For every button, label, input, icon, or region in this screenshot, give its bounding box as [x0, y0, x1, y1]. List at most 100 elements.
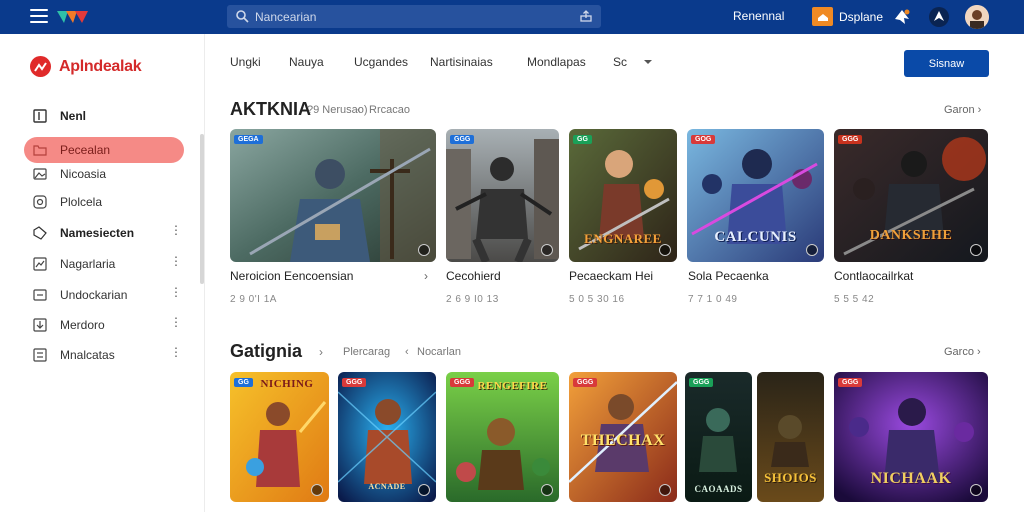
game-card-9[interactable]: GGG THECHAX — [569, 372, 677, 502]
game-title[interactable]: Cecohierd — [446, 269, 501, 283]
info-icon[interactable] — [806, 244, 818, 256]
game-card-3[interactable]: GG ENGNAREE — [569, 129, 677, 262]
display-button[interactable]: Dsplane — [812, 6, 883, 27]
tab-more[interactable]: Sc — [613, 55, 627, 69]
sidebar-item-active[interactable]: Pecealan — [24, 137, 184, 163]
more-icon[interactable]: ⋮ — [170, 285, 182, 299]
game-card-12[interactable]: GGG NICHAAK — [834, 372, 988, 502]
sidebar-item-label: Nicoasia — [60, 167, 107, 181]
sidebar-item-4[interactable]: Plolcela — [24, 189, 184, 215]
game-meta: 5 5 5 42 — [834, 294, 875, 305]
messages-icon[interactable] — [927, 5, 951, 29]
info-icon[interactable] — [541, 484, 553, 496]
sidebar-item-9[interactable]: Mnalcatas ⋮ — [24, 342, 184, 368]
cta-button[interactable]: Sisnaw — [904, 50, 989, 77]
sidebar-item-7[interactable]: Undockarian ⋮ — [24, 282, 184, 308]
upload-icon[interactable] — [579, 9, 593, 23]
game-card-8[interactable]: GGG RENGEFIRE — [446, 372, 559, 502]
tab-2[interactable]: Nauya — [289, 55, 324, 69]
search-bar[interactable] — [227, 5, 601, 28]
sidebar-item-label: Nenl — [60, 109, 87, 123]
game-badge: GGG — [838, 135, 863, 144]
menu-icon[interactable] — [30, 9, 48, 23]
section2-see-all[interactable]: Garco › — [944, 346, 981, 358]
more-icon[interactable]: ⋮ — [170, 254, 182, 268]
info-icon[interactable] — [418, 484, 430, 496]
sidebar-item-5[interactable]: Namesiecten ⋮ — [24, 220, 184, 246]
sidebar-item-6[interactable]: Nagarlaria ⋮ — [24, 251, 184, 277]
section1-meta2[interactable]: Rrcacao — [369, 104, 410, 116]
sidebar: Aplndealak Nenl Pecealan Nicoasia Plolce… — [0, 34, 205, 512]
sidebar-item-label: Nagarlaria — [60, 257, 116, 271]
game-card-7[interactable]: GGG ACNADE — [338, 372, 436, 502]
sidebar-item-label: Mnalcatas — [60, 348, 115, 362]
see-all-label: Garco — [944, 346, 974, 358]
game-card-10[interactable]: GGG CAOAADS — [685, 372, 752, 502]
info-icon[interactable] — [970, 244, 982, 256]
app-logo-icon[interactable] — [55, 8, 93, 26]
sidebar-item-label: Plolcela — [60, 195, 103, 209]
game-meta: 5 0 5 30 16 — [569, 294, 625, 305]
chart-icon — [33, 257, 47, 271]
info-icon[interactable] — [659, 244, 671, 256]
download-icon — [33, 318, 47, 332]
section2-meta2[interactable]: Nocarlan — [417, 346, 461, 358]
game-badge: GGG — [838, 378, 863, 387]
game-cover-title: CALCUNIS — [714, 229, 797, 245]
brand[interactable]: Aplndealak — [30, 56, 142, 77]
sidebar-scrollbar[interactable] — [200, 134, 204, 284]
game-card-2[interactable]: GGG — [446, 129, 559, 262]
sidebar-item-label: Pecealan — [60, 143, 111, 157]
tab-1[interactable]: Ungki — [230, 55, 261, 69]
search-input[interactable] — [255, 7, 555, 26]
game-badge: GGG — [573, 378, 598, 387]
more-icon[interactable]: ⋮ — [170, 315, 182, 329]
notification-icon[interactable] — [890, 5, 914, 29]
chevron-right-icon[interactable]: › — [424, 269, 428, 283]
avatar[interactable] — [965, 5, 989, 29]
game-card-11[interactable]: SHOIOS — [757, 372, 824, 502]
game-cover-title: RENGEFIRE — [477, 380, 548, 392]
game-card-5[interactable]: GGG DANKSEHE — [834, 129, 988, 262]
list-icon — [33, 348, 47, 362]
tab-4[interactable]: Nartisinaias — [430, 55, 493, 69]
brand-logo-icon — [30, 56, 51, 77]
game-badge: GEGA — [234, 135, 263, 144]
chevron-down-icon[interactable] — [643, 59, 653, 65]
info-icon[interactable] — [311, 484, 323, 496]
section1-see-all[interactable]: Garon › — [944, 104, 981, 116]
section1-title: AKTKNIA — [230, 99, 311, 119]
section2-title: Gatignia — [230, 341, 303, 361]
chevron-left-icon: ‹ — [357, 104, 361, 116]
game-cover-title: THECHAX — [580, 432, 666, 449]
sidebar-item-8[interactable]: Merdoro ⋮ — [24, 312, 184, 338]
tab-3[interactable]: Ucgandes — [354, 55, 408, 69]
more-icon[interactable]: ⋮ — [170, 345, 182, 359]
game-cover-image — [230, 372, 329, 502]
game-cover-title: SHOIOS — [764, 470, 817, 485]
game-title[interactable]: Pecaeckam Hei — [569, 269, 653, 283]
section2-meta1[interactable]: Plercarag — [343, 346, 390, 358]
more-icon[interactable]: ⋮ — [170, 223, 182, 237]
info-icon[interactable] — [970, 484, 982, 496]
game-title[interactable]: Neroicion Eencoensian — [230, 269, 353, 283]
game-cover-title: DANKSEHE — [869, 228, 953, 243]
game-cover-image — [230, 129, 436, 262]
info-icon[interactable] — [418, 244, 430, 256]
game-title[interactable]: Sola Pecaenka — [688, 269, 769, 283]
info-icon[interactable] — [541, 244, 553, 256]
game-card-1[interactable]: GEGA — [230, 129, 436, 262]
game-card-4[interactable]: GOG CALCUNIS — [687, 129, 824, 262]
game-card-6[interactable]: GG NICHING — [230, 372, 329, 502]
chevron-left-icon: ‹ — [405, 346, 409, 358]
see-all-label: Garon — [944, 104, 975, 116]
top-link[interactable]: Renennal — [733, 9, 784, 23]
info-icon[interactable] — [659, 484, 671, 496]
tab-5[interactable]: Mondlapas — [527, 55, 586, 69]
sidebar-item-new[interactable]: Nenl — [24, 103, 184, 129]
game-title[interactable]: Contlaocailrkat — [834, 269, 913, 283]
image-icon — [33, 168, 47, 180]
sidebar-item-3[interactable]: Nicoasia — [24, 161, 184, 187]
game-cover-title: CAOAADS — [694, 484, 743, 494]
chevron-right-icon: › — [977, 104, 982, 116]
